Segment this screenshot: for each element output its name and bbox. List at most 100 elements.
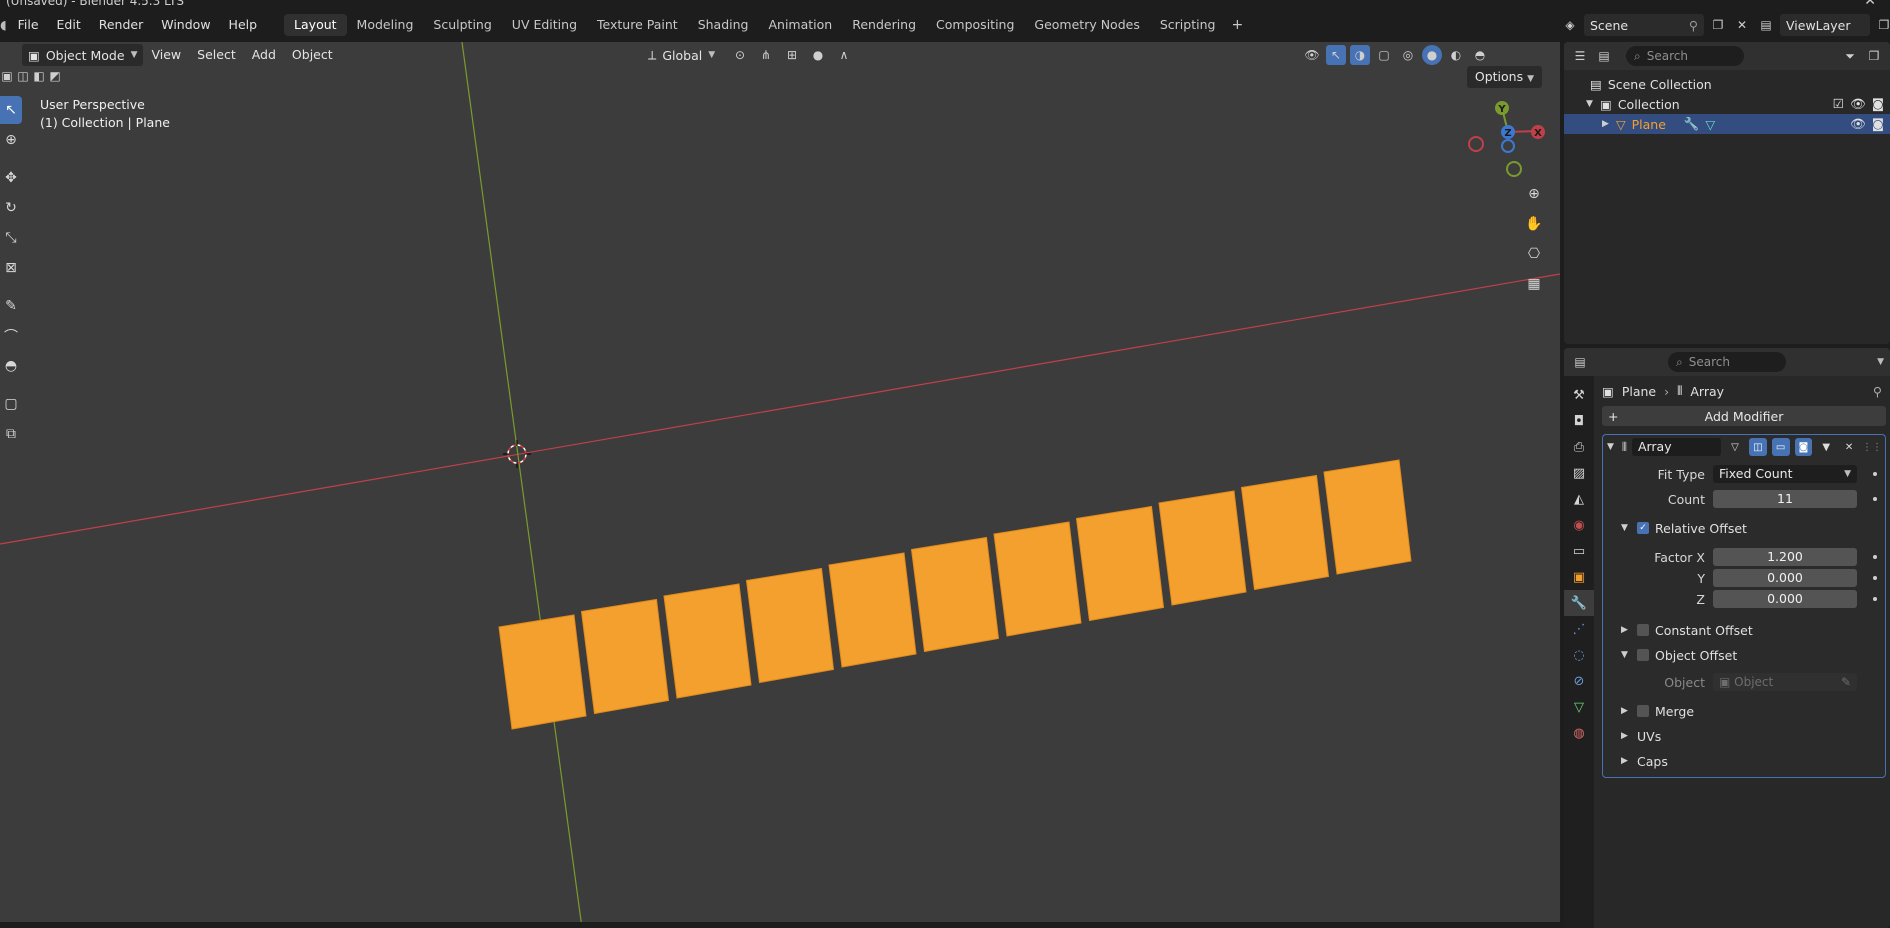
pin-icon[interactable]: ⚲ (1873, 384, 1882, 399)
collapse-arrow-icon[interactable]: ▼ (1621, 523, 1631, 533)
snap-icon[interactable]: ⋔ (756, 45, 776, 65)
keyframe-dot-icon[interactable] (1873, 555, 1877, 559)
close-icon[interactable]: ✕ (1840, 438, 1858, 456)
scene-field[interactable]: Scene ⚲ (1584, 14, 1704, 36)
fit-type-dropdown[interactable]: Fixed Count ▼ (1713, 465, 1857, 483)
zoom-icon[interactable]: ⊕ (1520, 180, 1548, 208)
data-tab-icon[interactable]: ▽ (1564, 694, 1594, 720)
offset-object-field[interactable]: ▣ Object ✎ (1713, 673, 1857, 691)
outliner-scene-collection[interactable]: ▤ Scene Collection (1564, 74, 1890, 94)
array-instance[interactable] (498, 614, 587, 730)
solid-shading-icon[interactable]: ● (1422, 45, 1442, 65)
select-new-icon[interactable]: ▣ (0, 66, 14, 86)
tab-modeling[interactable]: Modeling (347, 14, 424, 36)
options-button[interactable]: Options ▼ (1466, 66, 1542, 88)
move-tool-icon[interactable]: ✥ (0, 164, 22, 192)
collection-tab-icon[interactable]: ▭ (1564, 538, 1594, 564)
select-subtract-icon[interactable]: ◧ (32, 66, 46, 86)
overlay-toggle-icon[interactable]: ◑ (1350, 45, 1370, 65)
array-instance[interactable] (663, 583, 752, 699)
menu-edit[interactable]: Edit (48, 8, 90, 42)
scene-tab-icon[interactable]: ◭ (1564, 486, 1594, 512)
menu-add[interactable]: Add (244, 44, 284, 66)
expand-arrow-icon[interactable]: ▶ (1621, 731, 1631, 741)
merge-header[interactable]: ▶ Merge (1603, 700, 1885, 722)
constant-offset-checkbox[interactable] (1637, 624, 1649, 636)
world-tab-icon[interactable]: ◉ (1564, 512, 1594, 538)
transform-orientation[interactable]: ⟂ Global ▼ (642, 44, 721, 66)
add-cube-tool-icon[interactable]: ▢ (0, 390, 22, 418)
mode-selector[interactable]: ▣ Object Mode ▼ (22, 44, 144, 66)
view-layer-field[interactable]: ViewLayer (1780, 14, 1870, 36)
uvs-header[interactable]: ▶ UVs (1603, 725, 1885, 747)
array-instance[interactable] (1240, 474, 1330, 591)
camera-view-icon[interactable]: ⎔ (1520, 240, 1548, 268)
exclude-checkbox-icon[interactable]: ☑ (1833, 96, 1844, 112)
relative-offset-checkbox[interactable]: ✓ (1637, 522, 1649, 534)
material-shading-icon[interactable]: ◐ (1446, 45, 1466, 65)
expand-arrow-icon[interactable]: ▶ (1621, 706, 1631, 716)
factor-z-field[interactable]: 0.000 (1713, 590, 1857, 608)
constraints-tab-icon[interactable]: ⊘ (1564, 668, 1594, 694)
keyframe-dot-icon[interactable] (1873, 472, 1877, 476)
expand-arrow-icon[interactable]: ▶ (1621, 756, 1631, 766)
select-box-tool-icon[interactable]: ↖ (0, 96, 22, 124)
annotate-tool-icon[interactable]: ✎ (0, 292, 22, 320)
filter-icon[interactable]: ⏷ (1840, 46, 1860, 66)
pivot-icon[interactable]: ⊙ (730, 45, 750, 65)
proportional-edit-icon[interactable]: ● (808, 45, 828, 65)
array-instance[interactable] (745, 567, 835, 684)
xray-icon[interactable]: ▢ (1374, 45, 1394, 65)
render-camera-icon[interactable]: ◙ (1872, 96, 1884, 112)
visibility-icon[interactable]: 👁 (1302, 45, 1322, 65)
tab-layout[interactable]: Layout (284, 14, 347, 36)
measure-tool-icon[interactable]: ⌒ (0, 322, 22, 350)
merge-checkbox[interactable] (1637, 705, 1649, 717)
expand-arrow-icon[interactable]: ▼ (1586, 99, 1596, 109)
chevron-down-icon[interactable]: ▼ (1817, 438, 1835, 456)
snap-target-icon[interactable]: ⊞ (782, 45, 802, 65)
menu-help[interactable]: Help (220, 8, 267, 42)
chevron-down-icon[interactable]: ▼ (1877, 357, 1884, 367)
view-layer-tab-icon[interactable]: ▨ (1564, 460, 1594, 486)
view-layer-icon[interactable]: ▤ (1756, 15, 1776, 35)
add-primitive-tool-icon[interactable]: ◓ (0, 352, 22, 380)
gizmo-neg-y-handle[interactable] (1506, 161, 1522, 177)
navigation-gizmo[interactable]: Y X Z (1468, 101, 1545, 177)
display-mode-icon[interactable]: ▤ (1594, 46, 1614, 66)
expand-arrow-icon[interactable]: ▶ (1621, 625, 1631, 635)
tab-rendering[interactable]: Rendering (842, 14, 926, 36)
array-instance[interactable] (910, 536, 1000, 653)
particles-tab-icon[interactable]: ⋰ (1564, 616, 1594, 642)
constant-offset-header[interactable]: ▶ Constant Offset (1603, 619, 1885, 641)
select-extend-icon[interactable]: ◫ (16, 66, 30, 86)
menu-view[interactable]: View (143, 44, 189, 66)
add-workspace-button[interactable]: + (1225, 14, 1249, 36)
object-tab-icon[interactable]: ▣ (1564, 564, 1594, 590)
blender-logo-icon[interactable]: ◖ (0, 8, 9, 42)
grid-perspective-icon[interactable]: ▦ (1520, 270, 1548, 298)
object-offset-checkbox[interactable] (1637, 649, 1649, 661)
editor-type-icon[interactable]: ☰ (1570, 46, 1590, 66)
pin-icon[interactable]: ⚲ (1689, 18, 1698, 33)
add-modifier-button[interactable]: + Add Modifier (1602, 406, 1886, 426)
editor-type-icon[interactable]: ▤ (1570, 352, 1590, 372)
tab-uv-editing[interactable]: UV Editing (502, 14, 587, 36)
collapse-arrow-icon[interactable]: ▼ (1621, 650, 1631, 660)
outliner-search-input[interactable]: ⌕ Search (1626, 46, 1744, 66)
eyedropper-icon[interactable]: ✎ (1841, 673, 1851, 691)
tab-geometry-nodes[interactable]: Geometry Nodes (1024, 14, 1149, 36)
modifier-name-field[interactable]: Array (1631, 438, 1722, 456)
gizmo-neg-x-handle[interactable] (1468, 136, 1484, 152)
keyframe-dot-icon[interactable] (1873, 497, 1877, 501)
transform-tool-icon[interactable]: ⊠ (0, 254, 22, 282)
render-toggle-icon[interactable]: ◙ (1794, 438, 1813, 456)
3d-viewport[interactable]: Y X Z ▣ Object Mode ▼ View Select Add Ob… (0, 42, 1560, 928)
hide-eye-icon[interactable]: 👁 (1850, 96, 1866, 112)
array-instance[interactable] (828, 552, 917, 668)
expand-arrow-icon[interactable]: ▶ (1602, 119, 1612, 129)
tab-shading[interactable]: Shading (688, 14, 759, 36)
outliner-collection[interactable]: ▼ ▣ Collection ☑ 👁 ◙ (1564, 94, 1890, 114)
delete-scene-icon[interactable]: ✕ (1732, 15, 1752, 35)
mesh-data-icon[interactable]: ▽ (1706, 117, 1716, 132)
